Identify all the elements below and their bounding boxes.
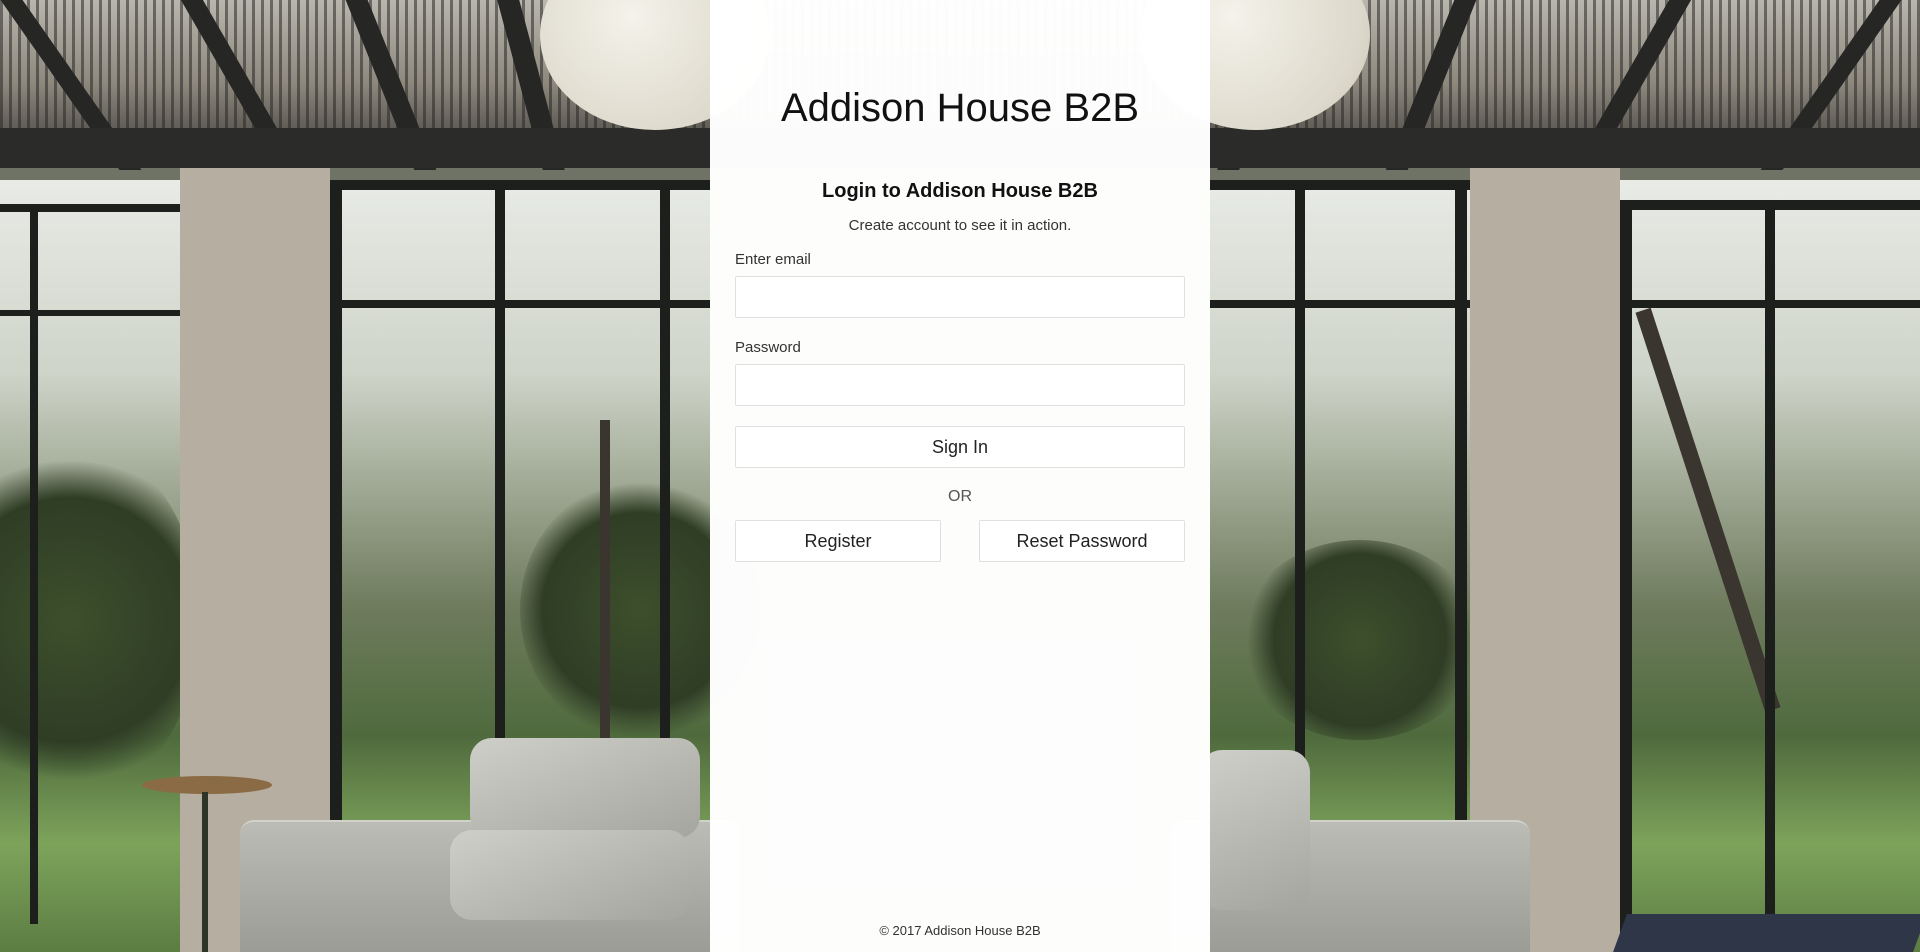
footer-copyright: © 2017 Addison House B2B: [879, 923, 1041, 938]
reset-password-button[interactable]: Reset Password: [979, 520, 1185, 562]
sofa-pillow: [470, 738, 700, 838]
window-frame: [0, 204, 180, 212]
window-frame: [330, 180, 710, 190]
login-heading: Login to Addison House B2B: [822, 180, 1098, 202]
shrub: [1240, 540, 1480, 740]
window-frame: [1210, 180, 1470, 190]
window-frame: [1210, 300, 1470, 308]
rug: [1613, 914, 1920, 952]
sofa-pillow: [450, 830, 690, 920]
window-frame: [330, 300, 710, 308]
password-field[interactable]: [735, 364, 1185, 406]
password-label: Password: [735, 339, 801, 356]
email-field[interactable]: [735, 276, 1185, 318]
sofa-pillow: [1200, 750, 1310, 910]
or-divider: OR: [948, 488, 972, 505]
register-button[interactable]: Register: [735, 520, 941, 562]
window-frame: [1765, 200, 1775, 952]
brand-title: Addison House B2B: [780, 86, 1139, 130]
side-table-leg: [202, 792, 208, 952]
login-panel: Addison House B2B Login to Addison House…: [710, 0, 1210, 952]
window-frame: [1620, 200, 1632, 952]
tree-trunk: [600, 420, 610, 740]
window-frame: [1620, 300, 1920, 308]
login-subheading: Create account to see it in action.: [848, 217, 1072, 234]
sign-in-button[interactable]: Sign In: [735, 426, 1185, 468]
window-frame: [0, 310, 180, 316]
email-label: Enter email: [735, 251, 811, 268]
